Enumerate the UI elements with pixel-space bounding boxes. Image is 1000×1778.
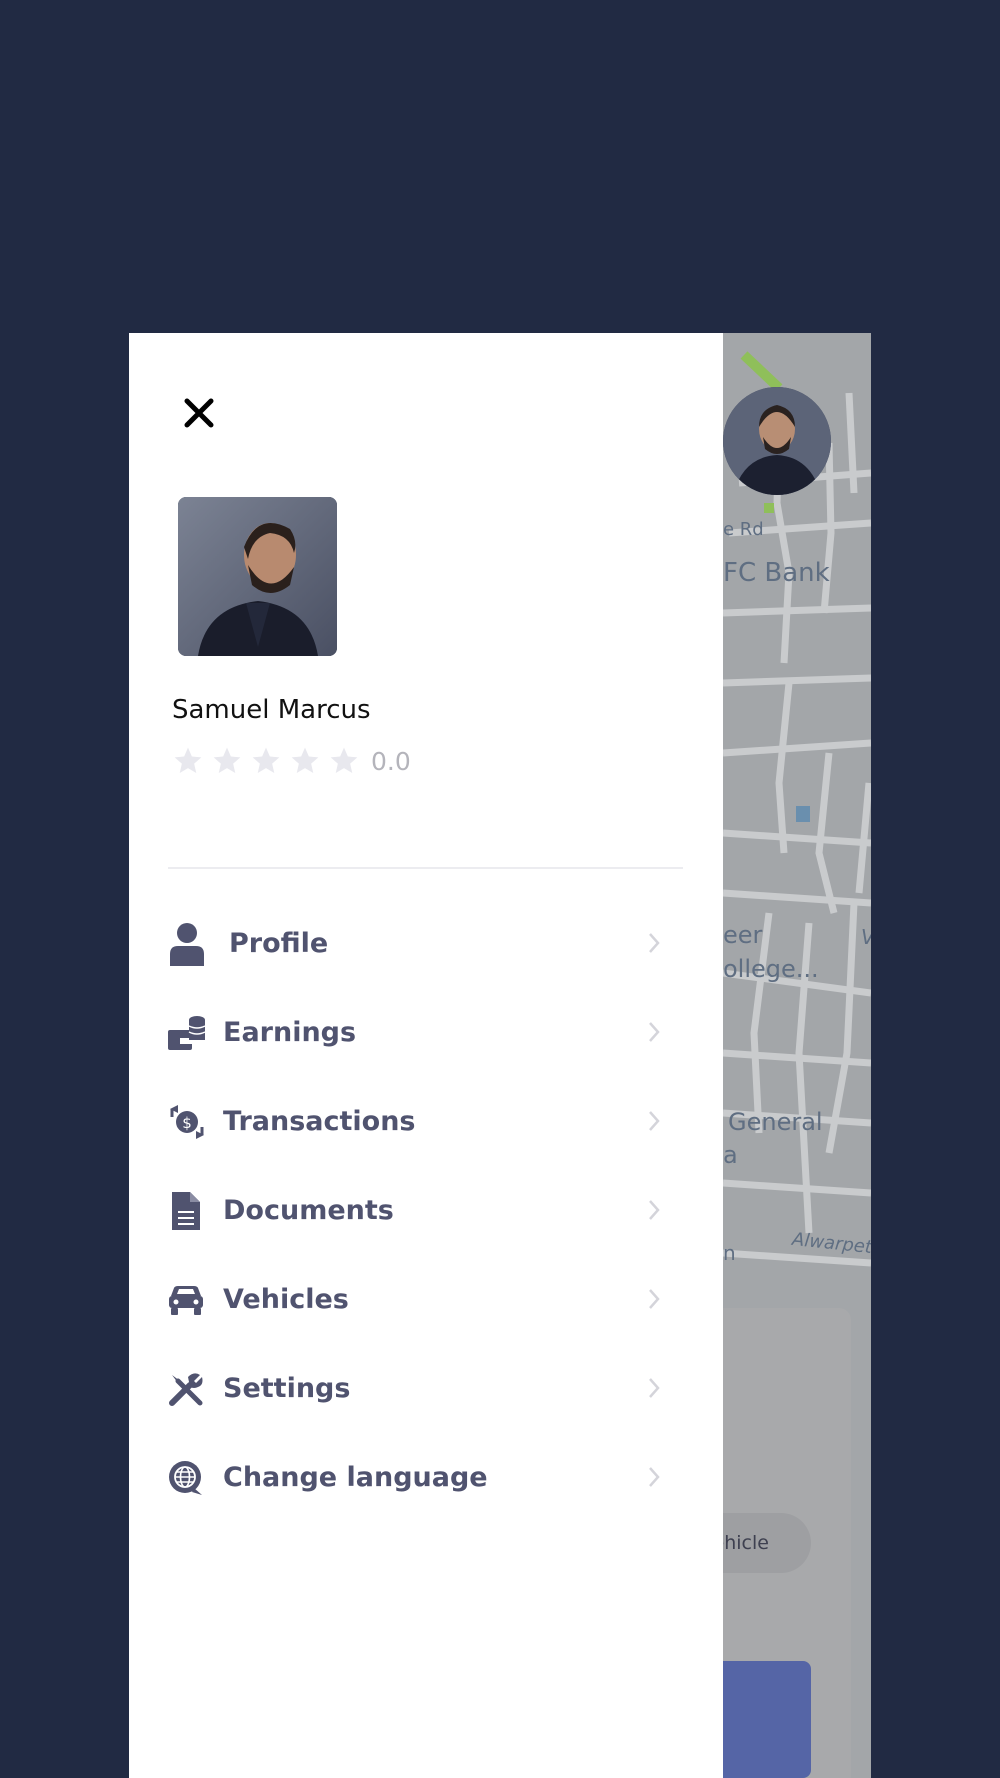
map-label-college-2: ollege... [723, 955, 819, 983]
tools-icon [168, 1367, 208, 1411]
user-name: Samuel Marcus [172, 695, 371, 725]
chevron-right-icon [649, 1022, 660, 1042]
wallet-coins-icon [168, 1011, 208, 1055]
chevron-right-icon [649, 1200, 660, 1220]
exchange-icon: $ [168, 1100, 208, 1144]
menu-item-label: Profile [229, 928, 329, 959]
menu-item-documents[interactable]: Documents [168, 1166, 683, 1255]
navigation-drawer: Samuel Marcus 0.0 Profile Earnings $ Tra… [129, 333, 723, 1778]
close-icon[interactable] [179, 393, 219, 433]
app-screen: e Rd FC Bank eer ollege... General a Alw… [129, 333, 871, 1778]
chevron-right-icon [649, 1378, 660, 1398]
star-icon [330, 747, 358, 773]
chevron-right-icon [649, 1111, 660, 1131]
menu-item-vehicles[interactable]: Vehicles [168, 1255, 683, 1344]
menu-item-label: Settings [223, 1373, 351, 1404]
menu-item-profile[interactable]: Profile [168, 899, 683, 988]
drawer-menu: Profile Earnings $ Transactions Document… [168, 899, 683, 1522]
menu-item-change-language[interactable]: Change language [168, 1433, 683, 1522]
menu-item-label: Transactions [223, 1106, 416, 1137]
star-icon [291, 747, 319, 773]
car-icon [168, 1278, 208, 1322]
menu-item-earnings[interactable]: Earnings [168, 988, 683, 1077]
rating-stars: 0.0 [172, 745, 411, 777]
person-icon [168, 922, 208, 966]
menu-item-label: Earnings [223, 1017, 357, 1048]
menu-item-settings[interactable]: Settings [168, 1344, 683, 1433]
document-icon [168, 1189, 208, 1233]
star-icon [174, 747, 202, 773]
chevron-right-icon [649, 1467, 660, 1487]
star-icon [252, 747, 280, 773]
menu-item-label: Vehicles [223, 1284, 349, 1315]
map-label-v: V [861, 925, 871, 949]
map-label-n: n [723, 1241, 736, 1265]
svg-text:$: $ [182, 1114, 192, 1132]
map-label-general: General [728, 1108, 823, 1136]
menu-item-transactions[interactable]: $ Transactions [168, 1077, 683, 1166]
driver-location-avatar[interactable] [723, 387, 831, 495]
avatar[interactable] [178, 497, 337, 656]
map-label-college-1: eer [723, 921, 763, 949]
divider [168, 867, 683, 869]
map-label-road: e Rd [723, 519, 764, 540]
chevron-right-icon [649, 1289, 660, 1309]
star-icon [213, 747, 241, 773]
menu-item-label: Documents [223, 1195, 394, 1226]
map-label-a: a [723, 1141, 738, 1169]
globe-chat-icon [168, 1456, 208, 1500]
chevron-right-icon [649, 933, 660, 953]
menu-item-label: Change language [223, 1462, 488, 1493]
map-label-bank: FC Bank [723, 558, 830, 588]
rating-value: 0.0 [371, 746, 411, 776]
